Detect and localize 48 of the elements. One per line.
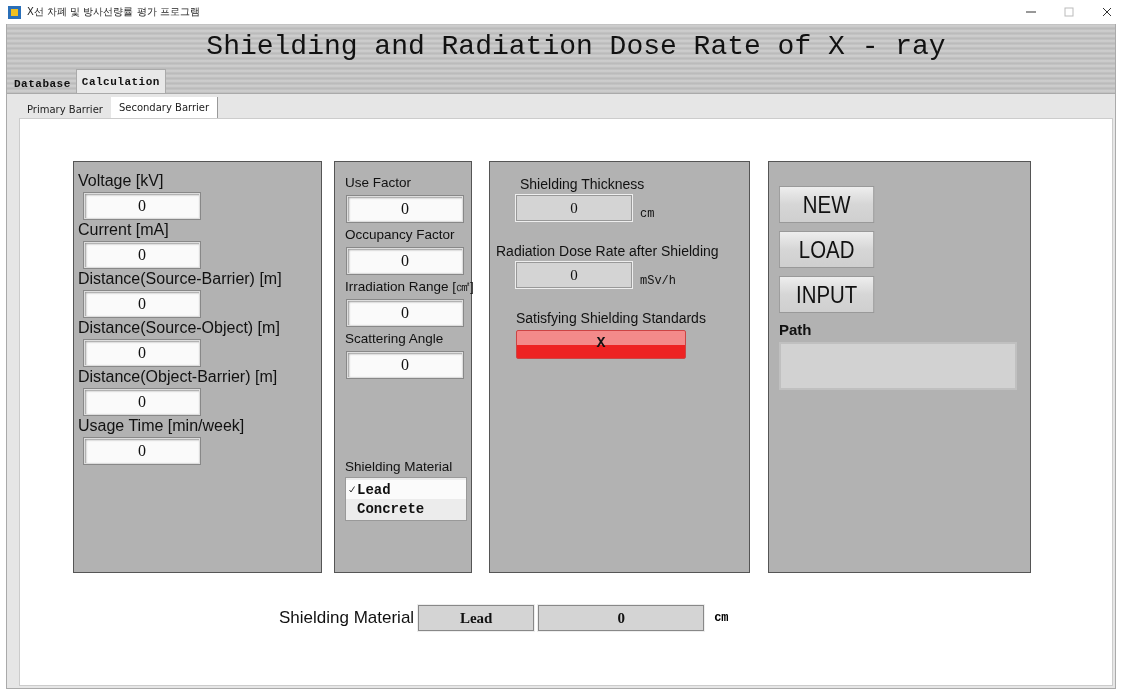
path-field[interactable] (779, 342, 1017, 390)
field-label: Scattering Angle (345, 330, 445, 348)
input-field[interactable]: 0 (347, 196, 463, 222)
result-display: 0 (516, 262, 632, 288)
input-field[interactable]: 0 (347, 300, 463, 326)
field-label: Current [mA] (78, 221, 170, 239)
close-icon[interactable] (1100, 5, 1114, 19)
input-field[interactable]: 0 (347, 248, 463, 274)
summary-label: Shielding Material (279, 608, 415, 628)
field-label: Distance(Object-Barrier) [m] (78, 368, 279, 386)
result-label: Radiation Dose Rate after Shielding (496, 243, 720, 259)
path-label: Path (779, 321, 813, 338)
input-field[interactable]: 0 (347, 352, 463, 378)
unit-label: cm (640, 207, 655, 221)
field-label: Voltage [kV] (78, 172, 165, 190)
unit-label: mSv/h (640, 274, 676, 288)
field-label: Usage Time [min/week] (78, 417, 246, 435)
input-field[interactable]: 0 (84, 242, 200, 268)
check-icon (349, 486, 355, 493)
result-label: Satisfying Shielding Standards (515, 310, 707, 326)
field-label: Use Factor (345, 174, 413, 192)
input-field[interactable]: 0 (84, 291, 200, 317)
input-field[interactable]: 0 (84, 193, 200, 219)
unit-label: cm (714, 611, 729, 625)
tab[interactable]: Database (9, 75, 76, 93)
input-field[interactable]: 0 (84, 438, 200, 464)
field-label: Distance(Source-Barrier) [m] (78, 270, 283, 288)
thickness-display: 0 (538, 605, 705, 631)
material-display: Lead (418, 605, 535, 631)
app-icon (8, 5, 21, 19)
header-title: Shielding and Radiation Dose Rate of X - ray (205, 31, 946, 62)
action-button[interactable]: NEW (779, 186, 875, 223)
field-label: Occupancy Factor (345, 226, 456, 244)
status-indicator: X (516, 330, 686, 359)
field-label: Distance(Source-Object) [m] (78, 319, 281, 337)
result-label: Shielding Thickness (519, 176, 646, 192)
tab[interactable]: Calculation (75, 69, 166, 93)
input-field[interactable]: 0 (84, 340, 200, 366)
list-option[interactable]: Lead (346, 480, 466, 499)
action-button[interactable]: INPUT (779, 276, 875, 313)
field-label: Shielding Material (345, 458, 454, 476)
subtab[interactable]: Secondary Barrier (110, 97, 219, 118)
list-option[interactable]: Concrete (346, 499, 466, 518)
input-field[interactable]: 0 (84, 389, 200, 415)
subtab[interactable]: Primary Barrier (19, 101, 111, 118)
window-title: X선 차폐 및 방사선량률 평가 프로그램 (27, 5, 201, 19)
action-button[interactable]: LOAD (779, 231, 875, 268)
result-display: 0 (516, 195, 632, 221)
